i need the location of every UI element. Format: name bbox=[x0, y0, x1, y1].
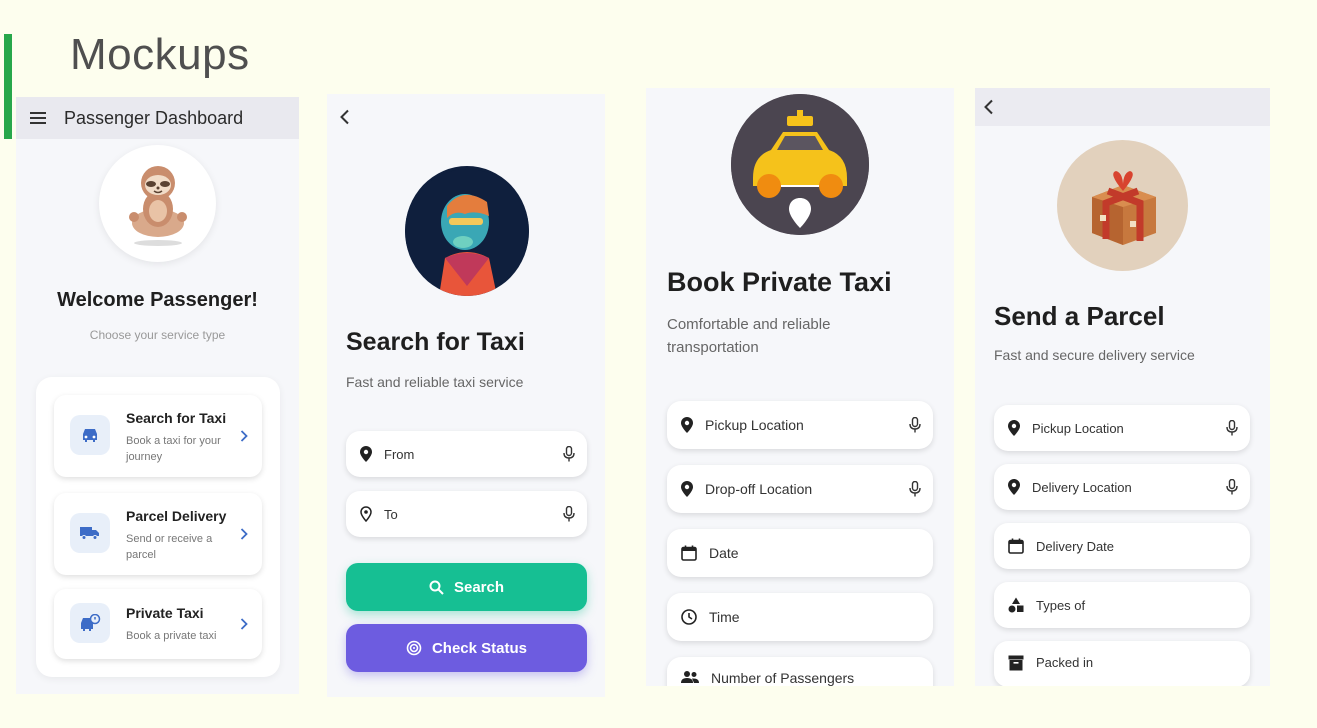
location-pin-outline-icon bbox=[360, 506, 372, 522]
location-pin-icon bbox=[1008, 479, 1020, 495]
track-status-icon bbox=[406, 640, 422, 656]
packed-placeholder: Packed in bbox=[1036, 655, 1094, 670]
service-desc: Book a taxi for your journey bbox=[126, 435, 221, 463]
chevron-right-icon bbox=[240, 617, 248, 635]
service-title: Parcel Delivery bbox=[126, 508, 227, 524]
microphone-icon[interactable] bbox=[1226, 479, 1238, 495]
to-input[interactable]: To bbox=[346, 491, 587, 537]
microphone-icon[interactable] bbox=[909, 417, 921, 433]
microphone-icon[interactable] bbox=[1226, 420, 1238, 436]
menu-icon[interactable] bbox=[30, 112, 46, 124]
from-input[interactable]: From bbox=[346, 431, 587, 477]
private-title: Book Private Taxi bbox=[667, 267, 892, 297]
parcel-pickup-input[interactable]: Pickup Location bbox=[994, 405, 1250, 451]
parcel-title: Send a Parcel bbox=[994, 301, 1165, 331]
chevron-right-icon bbox=[240, 527, 248, 545]
welcome-subtitle: Choose your service type bbox=[89, 328, 226, 342]
passengers-placeholder: Number of Passengers bbox=[711, 670, 855, 686]
delivery-date-input[interactable]: Delivery Date bbox=[994, 523, 1250, 569]
pickup-location-input[interactable]: Pickup Location bbox=[667, 401, 933, 449]
delivery-location-placeholder: Delivery Location bbox=[1032, 479, 1132, 495]
dropoff-location-input[interactable]: Drop-off Location bbox=[667, 465, 933, 513]
truck-icon bbox=[70, 513, 110, 553]
location-pin-icon bbox=[681, 417, 693, 433]
app-bar-title: Passenger Dashboard bbox=[64, 107, 244, 128]
search-title: Search for Taxi bbox=[346, 328, 525, 356]
gift-box-avatar bbox=[1057, 140, 1188, 271]
shapes-icon bbox=[1008, 597, 1024, 613]
service-desc: Book a private taxi bbox=[126, 630, 217, 642]
chevron-right-icon bbox=[240, 429, 248, 447]
check-status-label: Check Status bbox=[431, 639, 528, 657]
service-search-taxi[interactable]: Search for Taxi Book a taxi for your jou… bbox=[54, 395, 262, 477]
service-parcel-delivery[interactable]: Parcel Delivery Send or receive a parcel bbox=[54, 493, 262, 575]
location-pin-icon bbox=[1008, 420, 1020, 436]
archive-box-icon bbox=[1008, 655, 1024, 671]
service-title: Search for Taxi bbox=[126, 410, 227, 426]
private-subtitle-line2: transportation bbox=[667, 339, 759, 356]
search-icon bbox=[429, 580, 444, 595]
clock-icon bbox=[681, 609, 697, 625]
location-pin-icon bbox=[681, 481, 693, 497]
passengers-input[interactable]: Number of Passengers bbox=[667, 657, 933, 686]
taxi-driver-avatar bbox=[405, 166, 529, 296]
delivery-location-input[interactable]: Delivery Location bbox=[994, 464, 1250, 510]
services-card: Search for Taxi Book a taxi for your jou… bbox=[36, 377, 280, 677]
date-input[interactable]: Date bbox=[667, 529, 933, 577]
search-taxi-screen: Search for Taxi Fast and reliable taxi s… bbox=[327, 94, 605, 697]
delivery-date-placeholder: Delivery Date bbox=[1036, 538, 1115, 554]
parcel-types-input[interactable]: Types of bbox=[994, 582, 1250, 628]
search-button-label: Search bbox=[453, 578, 505, 596]
passenger-dashboard-screen: Passenger Dashboard Welcome Passenger! C… bbox=[16, 97, 299, 694]
slide-title: Mockups bbox=[70, 30, 250, 79]
check-status-button[interactable]: Check Status bbox=[346, 624, 587, 672]
service-desc: Send or receive a parcel bbox=[126, 533, 213, 561]
private-car-icon bbox=[70, 603, 110, 643]
time-input[interactable]: Time bbox=[667, 593, 933, 641]
car-icon bbox=[70, 415, 110, 455]
back-arrow-icon[interactable] bbox=[983, 99, 995, 115]
time-placeholder: Time bbox=[709, 609, 740, 625]
taxi-car-avatar bbox=[731, 94, 869, 235]
parcel-pickup-placeholder: Pickup Location bbox=[1032, 420, 1124, 436]
private-subtitle-line1: Comfortable and reliable bbox=[667, 316, 831, 333]
packed-in-input[interactable]: Packed in bbox=[994, 641, 1250, 686]
calendar-icon bbox=[681, 545, 697, 561]
microphone-icon[interactable] bbox=[563, 446, 575, 462]
microphone-icon[interactable] bbox=[563, 506, 575, 522]
from-placeholder: From bbox=[384, 446, 415, 462]
search-subtitle: Fast and reliable taxi service bbox=[346, 374, 524, 390]
service-private-taxi[interactable]: Private Taxi Book a private taxi bbox=[54, 589, 262, 659]
people-icon bbox=[681, 670, 699, 684]
location-pin-icon bbox=[360, 446, 372, 462]
book-private-taxi-screen: Book Private Taxi Comfortable and reliab… bbox=[646, 88, 954, 686]
pickup-placeholder: Pickup Location bbox=[705, 417, 804, 433]
microphone-icon[interactable] bbox=[909, 481, 921, 497]
date-placeholder: Date bbox=[709, 545, 739, 561]
app-bar: Passenger Dashboard bbox=[16, 97, 299, 139]
calendar-icon bbox=[1008, 538, 1024, 554]
search-button[interactable]: Search bbox=[346, 563, 587, 611]
parcel-subtitle: Fast and secure delivery service bbox=[994, 347, 1195, 363]
back-arrow-icon[interactable] bbox=[333, 105, 357, 129]
sloth-avatar bbox=[99, 145, 216, 262]
to-placeholder: To bbox=[384, 506, 398, 522]
slide-accent-bar bbox=[4, 34, 12, 139]
send-parcel-screen: Send a Parcel Fast and secure delivery s… bbox=[975, 88, 1270, 686]
types-placeholder: Types of bbox=[1036, 597, 1086, 613]
welcome-heading: Welcome Passenger! bbox=[57, 289, 258, 311]
dropoff-placeholder: Drop-off Location bbox=[705, 481, 813, 497]
service-title: Private Taxi bbox=[126, 605, 204, 621]
app-bar bbox=[975, 88, 1270, 126]
